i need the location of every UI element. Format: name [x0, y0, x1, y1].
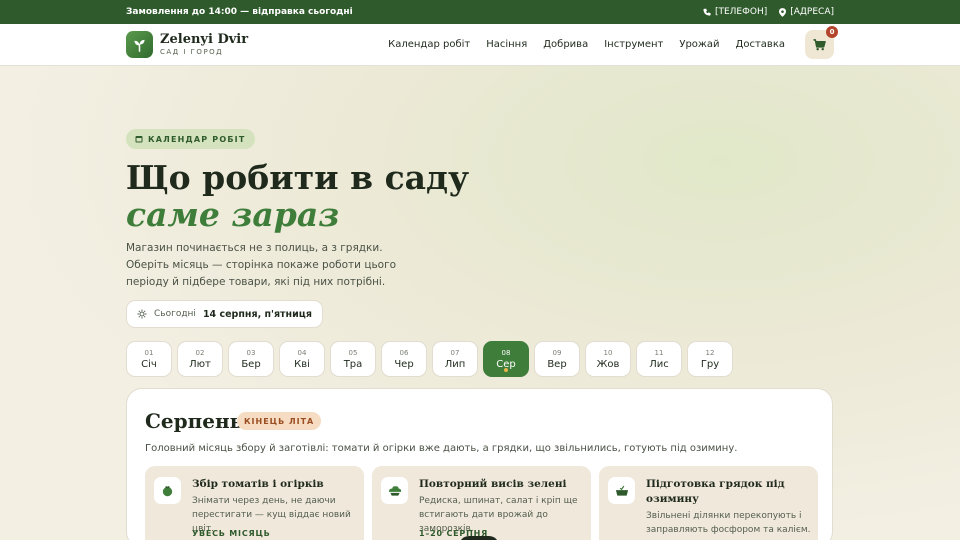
month-number: 01 — [144, 348, 154, 357]
month-name: Чер — [394, 358, 414, 370]
task-card-beds[interactable]: Підготовка грядок під озимину Звільнені … — [599, 466, 818, 540]
month-name: Лис — [649, 358, 669, 370]
hero-lead: Магазин починається не з полиць, а з гря… — [126, 242, 397, 288]
month-number: 02 — [195, 348, 205, 357]
month-number: 10 — [603, 348, 613, 357]
month-number: 04 — [297, 348, 307, 357]
month-tab-dec[interactable]: 12 Гру — [687, 341, 733, 377]
garden-bed-icon — [615, 485, 628, 496]
today-date: 14 серпня, п'ятниця — [202, 308, 312, 320]
section-chip: КАЛЕНДАР РОБІТ — [126, 129, 255, 149]
month-number: 03 — [246, 348, 256, 357]
sun-icon — [137, 309, 147, 319]
month-number: 12 — [705, 348, 715, 357]
brand-tagline: САД І ГОРОД — [160, 48, 224, 56]
month-number: 06 — [399, 348, 409, 357]
nav-item-delivery[interactable]: Доставка — [736, 39, 785, 50]
month-tab-jun[interactable]: 06 Чер — [381, 341, 427, 377]
logo[interactable]: Zelenyi Dvir САД І ГОРОД — [126, 31, 248, 58]
nav-item-harvest[interactable]: Урожай — [679, 39, 719, 50]
month-tab-sep[interactable]: 09 Вер — [534, 341, 580, 377]
address-text: [АДРЕСА] — [790, 7, 834, 17]
location-pin-icon — [779, 7, 787, 17]
phone-text: [ТЕЛЕФОН] — [714, 7, 768, 17]
task-card-title: Повторний висів зелені — [419, 478, 567, 490]
month-tab-feb[interactable]: 02 Лют — [177, 341, 223, 377]
month-tab-mar[interactable]: 03 Бер — [228, 341, 274, 377]
cart-button[interactable]: 0 — [805, 26, 838, 59]
month-name: Лип — [444, 358, 466, 370]
month-name: Бер — [241, 358, 261, 370]
nav-item-tools[interactable]: Інструмент — [604, 39, 663, 50]
nav-item-fertilizers[interactable]: Добрива — [543, 39, 588, 50]
month-number: 07 — [450, 348, 460, 357]
shipping-notice: Замовлення до 14:00 — відправка сьогодні — [126, 7, 353, 17]
card-icon-box — [154, 477, 181, 504]
task-card-text: Звільнені ділянки перекопують і заправля… — [646, 511, 811, 535]
month-number: 11 — [654, 348, 664, 357]
cart-count-badge: 0 — [826, 26, 838, 38]
month-tab-jul[interactable]: 07 Лип — [432, 341, 478, 377]
card-icon-box — [381, 477, 408, 504]
task-cards: Збір томатів і огірків Знімати через ден… — [145, 466, 818, 540]
month-tab-jan[interactable]: 01 Січ — [126, 341, 172, 377]
month-selector: 01 Січ 02 Лют 03 Бер 04 Кві 05 Тра 06 Чер 07 Ли… — [126, 341, 733, 377]
month-number: 09 — [552, 348, 562, 357]
logo-mark — [126, 31, 153, 58]
month-tab-nov[interactable]: 11 Лис — [636, 341, 682, 377]
month-panel: Серпень КІНЕЦЬ ЛІТА Головний місяць збор… — [126, 388, 833, 540]
task-card-title: Підготовка грядок під озимину — [646, 478, 785, 505]
month-tab-aug[interactable]: 08 Сер — [483, 341, 529, 377]
calendar-icon — [135, 136, 143, 143]
task-card-period: УВЕСЬ МІСЯЦЬ — [192, 529, 271, 538]
site-header: Zelenyi Dvir САД І ГОРОД Календар робіт … — [0, 24, 960, 66]
task-card-resow[interactable]: Повторний висів зелені Редиска, шпинат, … — [372, 466, 591, 540]
logo-text: Zelenyi Dvir САД І ГОРОД — [160, 32, 248, 57]
section-chip-label: КАЛЕНДАР РОБІТ — [148, 134, 246, 144]
phone-icon — [703, 8, 711, 16]
main-nav: Календар робіт Насіння Добрива Інструмен… — [388, 39, 785, 50]
month-tab-oct[interactable]: 10 Жов — [585, 341, 631, 377]
month-name: Січ — [141, 358, 157, 370]
tomato-icon — [162, 486, 173, 497]
season-badge: КІНЕЦЬ ЛІТА — [237, 412, 322, 430]
month-name: Жов — [596, 358, 620, 370]
nav-item-calendar[interactable]: Календар робіт — [388, 39, 470, 50]
today-indicator: Сьогодні 14 серпня, п'ятниця — [126, 300, 323, 328]
hero-title-accent: саме зараз — [126, 195, 340, 234]
month-tab-may[interactable]: 05 Тра — [330, 341, 376, 377]
month-number: 08 — [501, 348, 511, 357]
month-panel-title: Серпень — [145, 409, 244, 433]
address-link[interactable]: [АДРЕСА] — [779, 7, 834, 17]
floating-button[interactable] — [459, 536, 499, 540]
greens-icon — [388, 485, 401, 496]
month-panel-description: Головний місяць збору й заготівлі: томат… — [145, 443, 738, 454]
month-name: Вер — [547, 358, 567, 370]
hero-title: Що робити в саду — [126, 158, 470, 197]
phone-link[interactable]: [ТЕЛЕФОН] — [703, 7, 767, 17]
month-name: Гру — [700, 358, 720, 370]
sprout-icon — [134, 39, 145, 52]
brand-name: Zelenyi Dvir — [160, 32, 249, 47]
current-month-dot — [504, 368, 508, 372]
cart-icon — [813, 38, 826, 50]
month-tab-apr[interactable]: 04 Кві — [279, 341, 325, 377]
today-label: Сьогодні — [154, 309, 196, 319]
card-icon-box — [608, 477, 635, 504]
month-number: 05 — [348, 348, 358, 357]
task-card-title: Збір томатів і огірків — [192, 478, 324, 490]
month-name: Кві — [294, 358, 310, 370]
month-name: Тра — [343, 358, 363, 370]
nav-item-seeds[interactable]: Насіння — [486, 39, 527, 50]
task-card-harvest[interactable]: Збір томатів і огірків Знімати через ден… — [145, 466, 364, 540]
month-name: Лют — [189, 358, 211, 370]
contacts: [ТЕЛЕФОН] [АДРЕСА] — [703, 7, 834, 17]
announcement-bar: Замовлення до 14:00 — відправка сьогодні… — [0, 0, 960, 24]
